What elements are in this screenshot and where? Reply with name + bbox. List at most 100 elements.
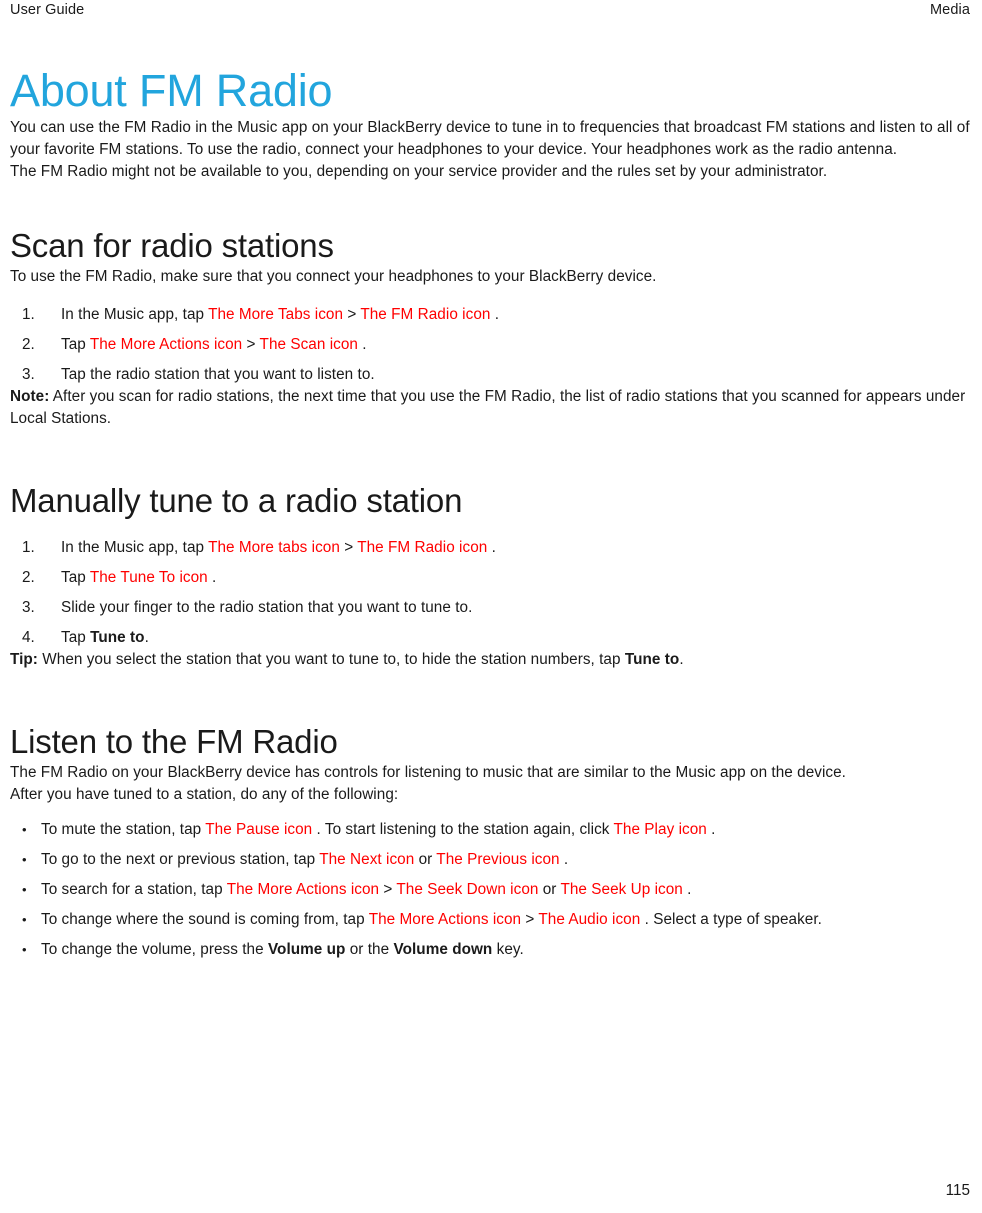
bullet-glyph: • bbox=[22, 882, 27, 897]
inline-text: > bbox=[343, 306, 361, 323]
list-item: • To change the volume, press the Volume… bbox=[10, 939, 972, 961]
inline-text: To change the volume, press the bbox=[41, 941, 268, 958]
icon-reference: The More tabs icon bbox=[208, 539, 340, 556]
icon-reference: The Tune To icon bbox=[89, 569, 208, 586]
inline-text: . bbox=[679, 651, 684, 668]
inline-text: When you select the station that you wan… bbox=[37, 651, 625, 668]
list-item-text: Tap the radio station that you want to l… bbox=[61, 366, 375, 383]
inline-text: or bbox=[538, 881, 561, 898]
inline-text: In the Music app, tap bbox=[61, 539, 209, 556]
icon-reference: The More Actions icon bbox=[226, 881, 380, 898]
inline-text: . bbox=[682, 881, 692, 898]
bullet-glyph: • bbox=[22, 912, 27, 927]
inline-text: To change where the sound is coming from… bbox=[41, 911, 369, 928]
list-item-number: 3. bbox=[22, 599, 35, 616]
inline-text: Tap bbox=[61, 569, 90, 586]
list-item: • To go to the next or previous station, … bbox=[10, 849, 972, 871]
icon-reference: The More Actions icon bbox=[89, 336, 243, 353]
list-item-number: 2. bbox=[22, 569, 35, 586]
note-text: After you scan for radio stations, the n… bbox=[10, 388, 966, 427]
inline-text: > bbox=[521, 911, 539, 928]
page-number: 115 bbox=[945, 1182, 970, 1199]
document-page: User Guide Media About FM Radio You can … bbox=[0, 0, 982, 1213]
manual-steps-list: 1. In the Music app, tap The More tabs ic… bbox=[10, 537, 972, 649]
inline-text: > bbox=[339, 539, 358, 556]
icon-reference: The More Tabs icon bbox=[208, 306, 344, 323]
inline-text: . bbox=[490, 306, 500, 323]
icon-reference: The Pause icon bbox=[205, 821, 313, 838]
bullet-glyph: • bbox=[22, 852, 27, 867]
icon-reference: The FM Radio icon bbox=[357, 539, 488, 556]
inline-text: . Select a type of speaker. bbox=[640, 911, 822, 928]
list-item-number: 1. bbox=[22, 539, 35, 556]
icon-reference: The Audio icon bbox=[538, 911, 641, 928]
list-item: 4. Tap Tune to. bbox=[10, 627, 972, 649]
icon-reference: The Play icon bbox=[613, 821, 707, 838]
inline-text: Tap the radio station that you want to l… bbox=[61, 366, 375, 383]
header-left-label: User Guide bbox=[10, 2, 85, 18]
header-right-label: Media bbox=[930, 2, 970, 18]
page-title: About FM Radio bbox=[10, 65, 333, 116]
tip-text: When you select the station that you wan… bbox=[38, 651, 684, 668]
inline-text: To search for a station, tap bbox=[41, 881, 227, 898]
inline-text: . bbox=[144, 629, 149, 646]
inline-text: . To start listening to the station agai… bbox=[312, 821, 614, 838]
icon-reference: The Seek Down icon bbox=[396, 881, 539, 898]
list-item-text: Tap The Tune To icon . bbox=[61, 569, 216, 586]
list-item: • To mute the station, tap The Pause icon… bbox=[10, 819, 972, 841]
listen-lead-paragraph: The FM Radio on your BlackBerry device h… bbox=[10, 764, 846, 781]
emphasis-text: Tune to bbox=[90, 629, 145, 646]
list-item: 3. Slide your finger to the radio station… bbox=[10, 597, 972, 619]
bullet-glyph: • bbox=[22, 822, 27, 837]
bullet-glyph: • bbox=[22, 942, 27, 957]
inline-text: > bbox=[242, 336, 260, 353]
listen-bullet-list: • To mute the station, tap The Pause icon… bbox=[10, 819, 972, 961]
inline-text: To go to the next or previous station, t… bbox=[41, 851, 320, 868]
list-item-text: To search for a station, tap The More Ac… bbox=[41, 881, 691, 898]
intro-paragraph: You can use the FM Radio in the Music ap… bbox=[10, 119, 970, 158]
scan-steps-list: 1. In the Music app, tap The More Tabs ic… bbox=[10, 304, 972, 386]
icon-reference: The FM Radio icon bbox=[360, 306, 491, 323]
inline-text: In the Music app, tap bbox=[61, 306, 209, 323]
list-item: • To search for a station, tap The More A… bbox=[10, 879, 972, 901]
list-item: 3. Tap the radio station that you want to… bbox=[10, 364, 972, 386]
inline-text: or the bbox=[345, 941, 394, 958]
icon-reference: The Seek Up icon bbox=[560, 881, 683, 898]
icon-reference: The Next icon bbox=[319, 851, 415, 868]
list-item-text: To mute the station, tap The Pause icon … bbox=[41, 821, 715, 838]
list-item-text: In the Music app, tap The More Tabs icon… bbox=[61, 306, 499, 323]
list-item-number: 2. bbox=[22, 336, 35, 353]
inline-text: Tap bbox=[61, 336, 90, 353]
icon-reference: The More Actions icon bbox=[368, 911, 522, 928]
scan-note-paragraph: Note: After you scan for radio stations,… bbox=[10, 386, 972, 430]
emphasis-text: Volume up bbox=[267, 941, 346, 958]
list-item-text: In the Music app, tap The More tabs icon… bbox=[61, 539, 496, 556]
inline-text: To mute the station, tap bbox=[41, 821, 206, 838]
list-item-text: Tap Tune to. bbox=[61, 629, 149, 646]
tip-label: Tip: bbox=[10, 651, 38, 668]
list-item-number: 4. bbox=[22, 629, 35, 646]
list-item: 2. Tap The More Actions icon > The Scan i… bbox=[10, 334, 972, 356]
note-label: Note: bbox=[10, 388, 50, 405]
inline-text: . bbox=[559, 851, 569, 868]
list-item-text: To change where the sound is coming from… bbox=[41, 911, 822, 928]
availability-paragraph: The FM Radio might not be available to y… bbox=[10, 163, 828, 180]
list-item: 2. Tap The Tune To icon . bbox=[10, 567, 972, 589]
manual-tip-paragraph: Tip: When you select the station that yo… bbox=[10, 649, 972, 671]
emphasis-text: Tune to bbox=[624, 651, 680, 668]
icon-reference: The Previous icon bbox=[436, 851, 560, 868]
section-heading-listen: Listen to the FM Radio bbox=[10, 723, 338, 760]
inline-text: or bbox=[414, 851, 437, 868]
list-item-text: Tap The More Actions icon > The Scan ico… bbox=[61, 336, 367, 353]
inline-text: . bbox=[706, 821, 716, 838]
scan-lead-paragraph: To use the FM Radio, make sure that you … bbox=[10, 268, 657, 285]
inline-text: > bbox=[379, 881, 397, 898]
list-item-text: Slide your finger to the radio station t… bbox=[61, 599, 472, 616]
inline-text: . bbox=[357, 336, 367, 353]
inline-text: Slide your finger to the radio station t… bbox=[61, 599, 473, 616]
list-item: • To change where the sound is coming fro… bbox=[10, 909, 972, 931]
list-item: 1. In the Music app, tap The More tabs ic… bbox=[10, 537, 972, 559]
running-header: User Guide Media bbox=[10, 0, 972, 19]
list-item-number: 1. bbox=[22, 306, 35, 323]
section-heading-manual-tune: Manually tune to a radio station bbox=[10, 482, 463, 519]
